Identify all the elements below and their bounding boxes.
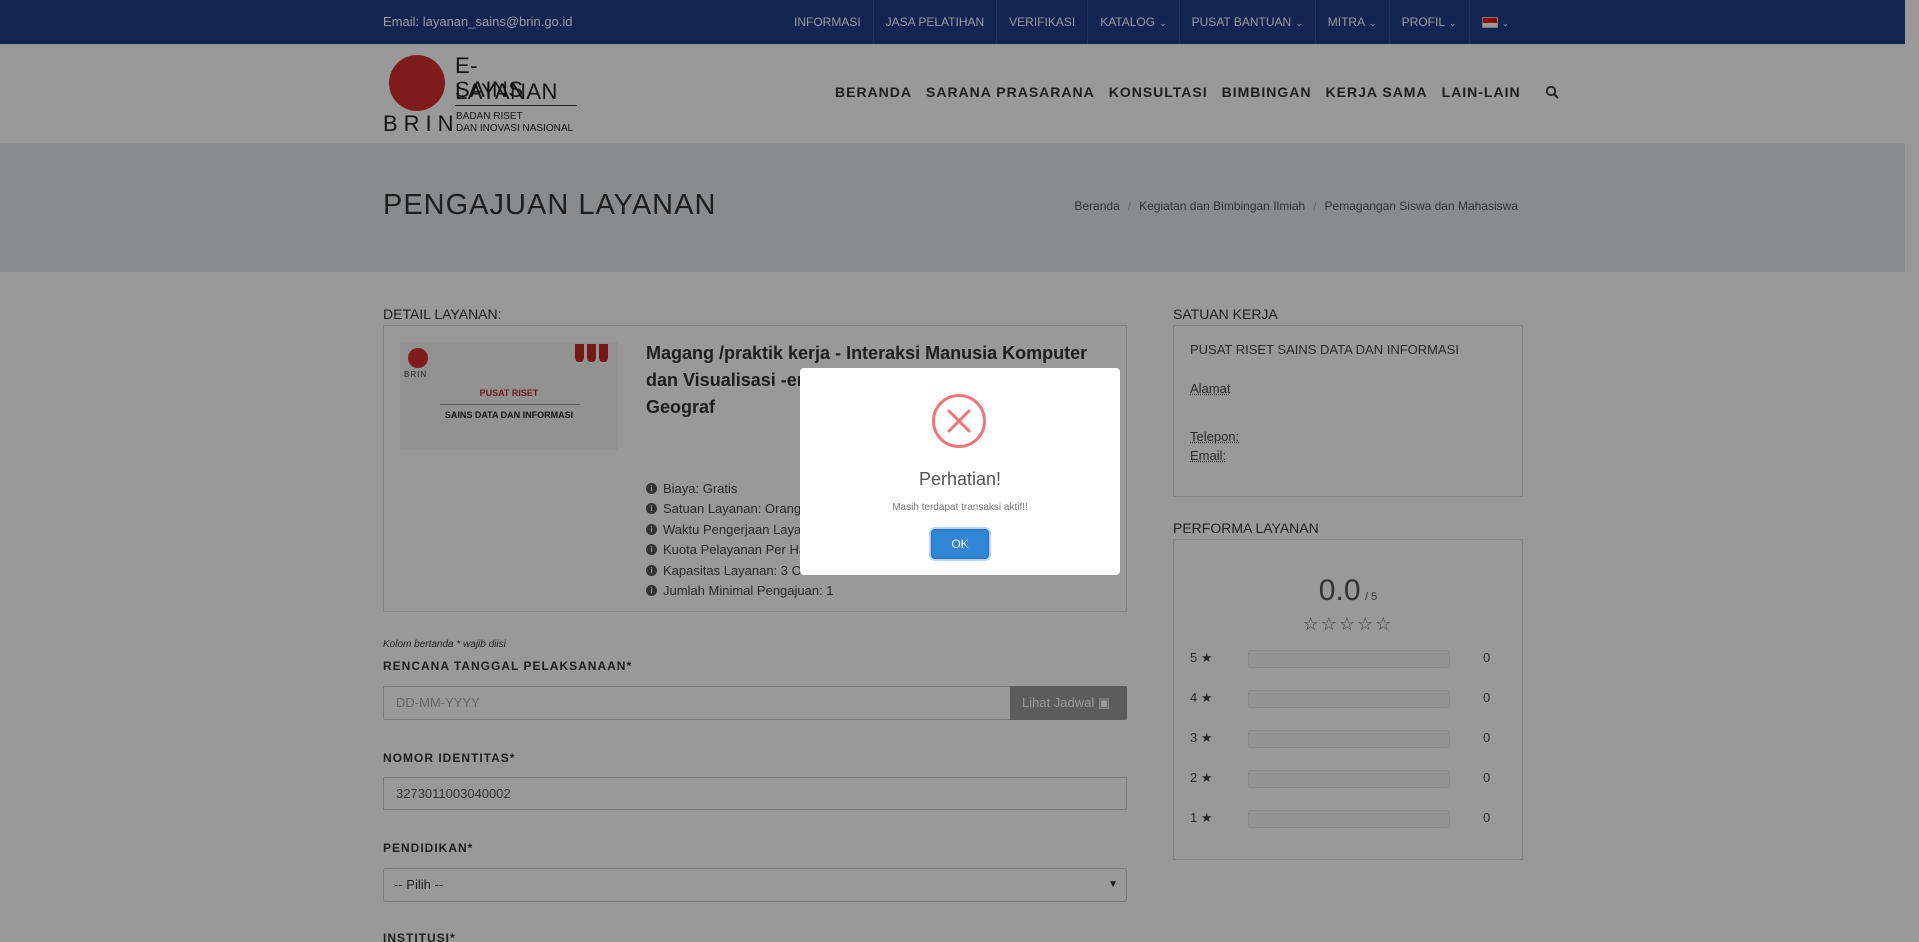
alert-dialog: Perhatian! Masih terdapat transaksi akti… <box>800 368 1120 575</box>
modal-backdrop[interactable]: Perhatian! Masih terdapat transaksi akti… <box>0 0 1919 942</box>
dialog-title: Perhatian! <box>918 469 1002 489</box>
error-x-glyph <box>947 409 971 433</box>
dialog-message: Masih terdapat transaksi aktif!! <box>892 502 1028 513</box>
ok-button[interactable]: OK <box>931 529 989 559</box>
error-x-icon <box>932 394 986 448</box>
